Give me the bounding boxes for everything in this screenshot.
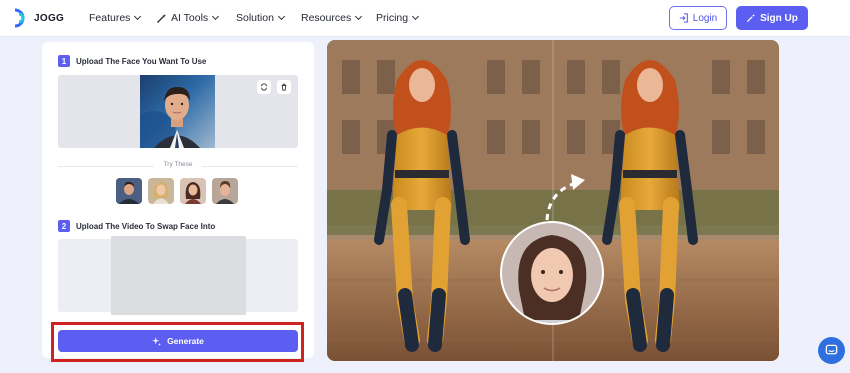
step-1-label: Upload The Face You Want To Use: [76, 56, 207, 66]
step-1-header: 1 Upload The Face You Want To Use: [58, 55, 206, 67]
menu-resources[interactable]: Resources: [301, 11, 363, 25]
menu-features[interactable]: Features: [89, 11, 142, 25]
login-label: Login: [692, 12, 718, 24]
generate-label: Generate: [167, 336, 204, 346]
menu-solution[interactable]: Solution: [236, 11, 285, 25]
sample-face-2[interactable]: [148, 178, 174, 204]
sparkle-icon: [152, 336, 162, 346]
step-1-number: 1: [58, 55, 70, 67]
login-button[interactable]: Login: [669, 6, 727, 30]
chevron-down-icon: [212, 12, 220, 21]
brand-logo[interactable]: JOGG: [11, 8, 64, 28]
menu-features-label: Features: [89, 12, 131, 24]
face-swap-panel: 1 Upload The Face You Want To Use Try Th…: [42, 42, 314, 358]
brand-name: JOGG: [34, 12, 65, 24]
preview-illustration: [327, 40, 779, 361]
chat-support-button[interactable]: [818, 337, 845, 364]
step-2-label: Upload The Video To Swap Face Into: [76, 221, 216, 231]
try-these-divider: Try These: [58, 161, 298, 171]
video-placeholder: [111, 236, 246, 315]
swap-icon: [261, 83, 267, 91]
video-upload-area[interactable]: [58, 236, 298, 315]
step-2-number: 2: [58, 220, 70, 232]
menu-pricing[interactable]: Pricing: [376, 11, 420, 25]
chevron-down-icon: [355, 12, 363, 21]
trash-icon: [281, 83, 287, 91]
uploaded-face-image: [140, 75, 215, 148]
menu-pricing-label: Pricing: [376, 12, 409, 24]
menu-solution-label: Solution: [236, 12, 274, 24]
chat-icon: [825, 344, 838, 355]
face-swap-preview-image: [327, 40, 779, 361]
try-these-label: Try These: [163, 161, 193, 168]
delete-face-button[interactable]: [277, 80, 291, 94]
chevron-down-icon: [277, 12, 285, 21]
signup-button[interactable]: Sign Up: [736, 6, 808, 30]
sample-face-3[interactable]: [180, 178, 206, 204]
sample-face-1[interactable]: [116, 178, 142, 204]
menu-ai-tools[interactable]: AI Tools: [156, 11, 220, 25]
login-icon: [679, 13, 688, 23]
chevron-down-icon: [134, 12, 142, 21]
magic-wand-icon: [156, 13, 167, 24]
face-upload-area[interactable]: [58, 75, 298, 148]
top-nav: JOGG Features AI Tools Solution Resource…: [0, 0, 850, 37]
menu-ai-tools-label: AI Tools: [171, 12, 209, 24]
sample-face-4[interactable]: [212, 178, 238, 204]
step-2-header: 2 Upload The Video To Swap Face Into: [58, 220, 215, 232]
replace-face-button[interactable]: [257, 80, 271, 94]
logo-icon: [11, 8, 31, 28]
menu-resources-label: Resources: [301, 12, 352, 24]
signup-label: Sign Up: [760, 12, 798, 24]
sparkle-icon: [747, 13, 756, 22]
generate-button[interactable]: Generate: [58, 330, 298, 352]
chevron-down-icon: [412, 12, 420, 21]
